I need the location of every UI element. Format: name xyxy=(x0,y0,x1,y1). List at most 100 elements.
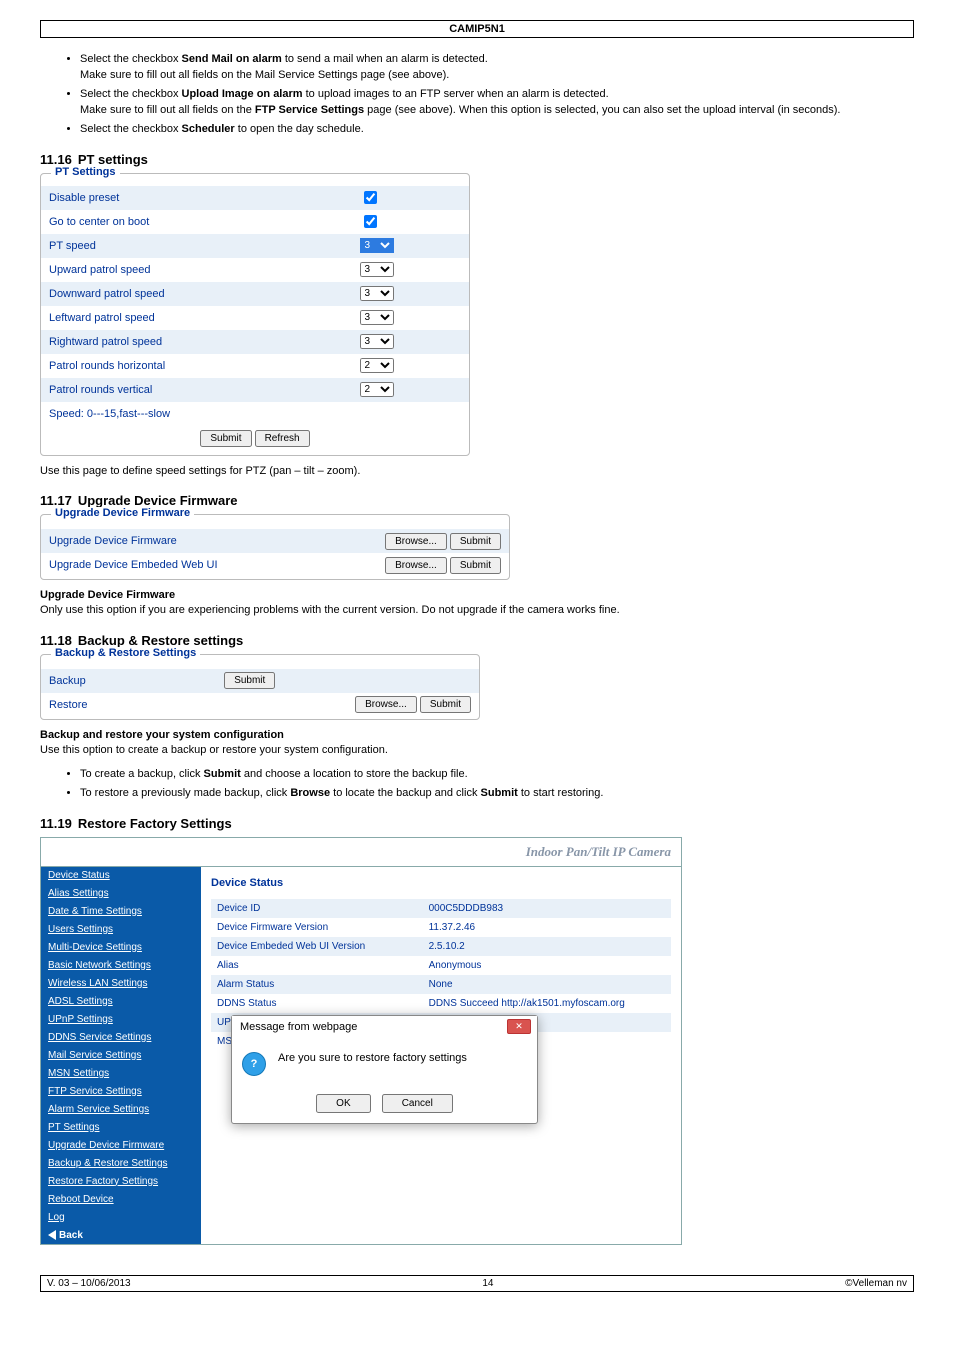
question-icon: ? xyxy=(242,1052,266,1076)
confirm-dialog: Message from webpage ✕ ? Are you sure to… xyxy=(231,1015,538,1124)
pt-panel-legend: PT Settings xyxy=(51,166,120,178)
close-icon[interactable]: ✕ xyxy=(507,1019,531,1034)
nav-alarm-service[interactable]: Alarm Service Settings xyxy=(41,1101,201,1119)
pt-row-hrounds-label: Patrol rounds horizontal xyxy=(41,354,352,378)
up-speed-select[interactable]: 3 xyxy=(360,262,394,277)
pt-row-up-label: Upward patrol speed xyxy=(41,258,352,282)
nav-adsl[interactable]: ADSL Settings xyxy=(41,993,201,1011)
pt-speed-select[interactable]: 3 xyxy=(360,238,394,253)
nav-multi-device[interactable]: Multi-Device Settings xyxy=(41,939,201,957)
s17-title: Upgrade Device Firmware xyxy=(78,493,238,508)
restore-submit-button[interactable]: Submit xyxy=(420,696,471,713)
intro-b2-pre: Select the checkbox xyxy=(80,88,182,100)
pt-row-left-label: Leftward patrol speed xyxy=(41,306,352,330)
upgrade-row2-submit-button[interactable]: Submit xyxy=(450,557,501,574)
upgrade-row2-browse-button[interactable]: Browse... xyxy=(385,557,447,574)
nav-upgrade-firmware[interactable]: Upgrade Device Firmware xyxy=(41,1137,201,1155)
pt-submit-button[interactable]: Submit xyxy=(200,430,251,447)
s16-num: 11.16 xyxy=(40,152,72,167)
intro-b2: Select the checkbox Upload Image on alar… xyxy=(80,87,914,119)
nav-pt-settings[interactable]: PT Settings xyxy=(41,1119,201,1137)
status-column: Device Status Device ID000C5DDDB983 Devi… xyxy=(201,867,681,1244)
s18-num: 11.18 xyxy=(40,633,72,648)
right-speed-select[interactable]: 3 xyxy=(360,334,394,349)
left-speed-select[interactable]: 3 xyxy=(360,310,394,325)
pt-row-ptspeed-label: PT speed xyxy=(41,234,352,258)
nav-wireless-lan[interactable]: Wireless LAN Settings xyxy=(41,975,201,993)
intro-bullets: Select the checkbox Send Mail on alarm t… xyxy=(40,52,914,138)
modal-ok-button[interactable]: OK xyxy=(316,1094,370,1113)
footer-version: V. 03 – 10/06/2013 xyxy=(41,1276,137,1291)
section-restore-heading: 11.19Restore Factory Settings xyxy=(40,816,914,831)
intro-b3-pre: Select the checkbox xyxy=(80,123,182,135)
sv3: Anonymous xyxy=(423,956,671,975)
sv1: 11.37.2.46 xyxy=(423,918,671,937)
s18-title: Backup & Restore settings xyxy=(78,633,243,648)
nav-restore-factory[interactable]: Restore Factory Settings xyxy=(41,1173,201,1191)
s18-bullets: To create a backup, click Submit and cho… xyxy=(40,767,914,802)
upgrade-row1-submit-button[interactable]: Submit xyxy=(450,533,501,550)
intro-b2-bold: Upload Image on alarm xyxy=(182,88,303,100)
go-center-checkbox[interactable] xyxy=(364,215,377,228)
backup-row-label: Backup xyxy=(41,669,216,693)
intro-b1-post: to send a mail when an alarm is detected… xyxy=(282,53,488,65)
upgrade-panel-legend: Upgrade Device Firmware xyxy=(51,507,194,519)
footer-page: 14 xyxy=(137,1276,840,1291)
modal-cancel-button[interactable]: Cancel xyxy=(382,1094,453,1113)
restore-browse-button[interactable]: Browse... xyxy=(355,696,417,713)
backup-submit-button[interactable]: Submit xyxy=(224,672,275,689)
backup-table: Backup Submit Restore Browse... Submit xyxy=(41,669,479,717)
pt-row-center-label: Go to center on boot xyxy=(41,210,352,234)
intro-b1: Select the checkbox Send Mail on alarm t… xyxy=(80,52,914,84)
intro-b1-pre: Select the checkbox xyxy=(80,53,182,65)
sk3: Alias xyxy=(211,956,423,975)
nav-users[interactable]: Users Settings xyxy=(41,921,201,939)
sv2: 2.5.10.2 xyxy=(423,937,671,956)
intro-b2-post: to upload images to an FTP server when a… xyxy=(303,88,609,100)
nav-back-label: Back xyxy=(59,1230,83,1241)
upgrade-row1-label: Upgrade Device Firmware xyxy=(41,529,298,553)
sv5: DDNS Succeed http://ak1501.myfoscam.org xyxy=(423,994,671,1013)
sk0: Device ID xyxy=(211,899,423,918)
nav-ftp-service[interactable]: FTP Service Settings xyxy=(41,1083,201,1101)
section-backup-heading: 11.18 Backup & Restore settings xyxy=(40,633,914,648)
s18-subhead: Backup and restore your system configura… xyxy=(40,729,284,741)
nav-mail-service[interactable]: Mail Service Settings xyxy=(41,1047,201,1065)
modal-text: Are you sure to restore factory settings xyxy=(278,1052,467,1064)
restore-row-label: Restore xyxy=(41,693,216,717)
intro-b1-sub: Make sure to fill out all fields on the … xyxy=(80,69,449,81)
modal-title-text: Message from webpage xyxy=(240,1021,357,1033)
rounds-h-select[interactable]: 2 xyxy=(360,358,394,373)
nav-device-status[interactable]: Device Status xyxy=(41,867,201,885)
nav-alias-settings[interactable]: Alias Settings xyxy=(41,885,201,903)
nav-reboot[interactable]: Reboot Device xyxy=(41,1191,201,1209)
upgrade-row1-browse-button[interactable]: Browse... xyxy=(385,533,447,550)
s18-b1-bold: Submit xyxy=(204,768,241,780)
nav-ddns[interactable]: DDNS Service Settings xyxy=(41,1029,201,1047)
nav-upnp[interactable]: UPnP Settings xyxy=(41,1011,201,1029)
nav-msn[interactable]: MSN Settings xyxy=(41,1065,201,1083)
arrow-left-icon xyxy=(48,1230,56,1240)
footer-copyright: ©Velleman nv xyxy=(839,1276,913,1291)
sk5: DDNS Status xyxy=(211,994,423,1013)
sk4: Alarm Status xyxy=(211,975,423,994)
nav-backup-restore[interactable]: Backup & Restore Settings xyxy=(41,1155,201,1173)
nav-basic-network[interactable]: Basic Network Settings xyxy=(41,957,201,975)
disable-preset-checkbox[interactable] xyxy=(364,191,377,204)
intro-b2-sub-pre: Make sure to fill out all fields on the xyxy=(80,104,255,116)
s17-num: 11.17 xyxy=(40,493,72,508)
intro-b2-sub-post: page (see above). When this option is se… xyxy=(364,104,840,116)
sv0: 000C5DDDB983 xyxy=(423,899,671,918)
section-upgrade-heading: 11.17 Upgrade Device Firmware xyxy=(40,493,914,508)
upgrade-row2-label: Upgrade Device Embeded Web UI xyxy=(41,553,298,577)
intro-b2-sub-bold: FTP Service Settings xyxy=(255,104,364,116)
down-speed-select[interactable]: 3 xyxy=(360,286,394,301)
nav-log[interactable]: Log xyxy=(41,1209,201,1227)
nav-back[interactable]: Back xyxy=(41,1227,201,1244)
backup-panel-legend: Backup & Restore Settings xyxy=(51,647,200,659)
doc-footer: V. 03 – 10/06/2013 14 ©Velleman nv xyxy=(40,1275,914,1292)
s18-b1-pre: To create a backup, click xyxy=(80,768,204,780)
nav-date-time[interactable]: Date & Time Settings xyxy=(41,903,201,921)
rounds-v-select[interactable]: 2 xyxy=(360,382,394,397)
pt-refresh-button[interactable]: Refresh xyxy=(255,430,310,447)
